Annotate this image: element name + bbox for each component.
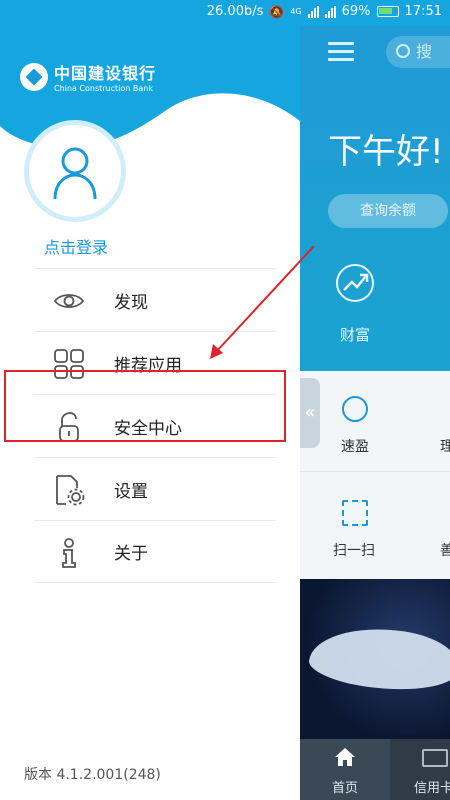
- search-bar[interactable]: 搜: [386, 36, 450, 68]
- drawer-handle-icon[interactable]: «: [300, 378, 320, 448]
- currency-icon[interactable]: [342, 396, 368, 422]
- clock: 17:51: [404, 4, 442, 19]
- home-header: 搜 下午好! 查询余额 财富: [300, 26, 450, 371]
- menu-item-settings[interactable]: 设置: [34, 457, 276, 520]
- nav-credit-label[interactable]: 信用卡: [414, 777, 450, 796]
- quick-action-label[interactable]: 理: [440, 436, 450, 456]
- ccb-logo-icon: [20, 62, 48, 91]
- menu-label: 关于: [114, 544, 148, 564]
- user-icon: [53, 147, 97, 200]
- quick-action-label[interactable]: 扫一扫: [333, 540, 375, 560]
- scan-icon[interactable]: [342, 500, 368, 526]
- login-link[interactable]: 点击登录: [44, 234, 108, 258]
- search-icon: [396, 44, 410, 58]
- eye-icon: [53, 294, 85, 308]
- whale-illustration: [306, 618, 450, 700]
- status-bar: 26.00b/s 🔕 4G 69% 17:51: [0, 0, 450, 26]
- nav-home[interactable]: 首页: [300, 739, 390, 800]
- quick-actions: [300, 371, 450, 579]
- bank-logo: 中国建设银行 China Construction Bank: [20, 60, 156, 93]
- network-type: 4G: [290, 7, 302, 16]
- greeting: 下午好!: [328, 132, 444, 172]
- app-version: 版本 4.1.2.001(248): [24, 767, 161, 783]
- banner-image[interactable]: [300, 579, 450, 739]
- settings-doc-icon: [56, 475, 85, 506]
- balance-button[interactable]: 查询余额: [328, 194, 448, 228]
- nav-home-label: 首页: [332, 781, 359, 796]
- quick-action-label[interactable]: 速盈: [341, 436, 369, 456]
- mute-icon: 🔕: [269, 4, 285, 19]
- info-icon: [62, 538, 76, 568]
- menu-item-about[interactable]: 关于: [34, 520, 276, 583]
- avatar[interactable]: [24, 120, 126, 222]
- menu-item-discover[interactable]: 发现: [34, 268, 276, 331]
- home-screen: 搜 下午好! 查询余额 财富 « 速盈 理 扫一扫 善 首页 信用卡: [300, 26, 450, 800]
- search-placeholder: 搜: [416, 42, 433, 61]
- network-speed: 26.00b/s: [206, 4, 264, 19]
- wealth-label: 财富: [340, 326, 371, 344]
- menu-label: 设置: [114, 481, 148, 502]
- bank-name-cn: 中国建设银行: [54, 64, 157, 83]
- signal-icon: [324, 5, 336, 18]
- bank-name-en: China Construction Bank: [54, 84, 153, 93]
- wealth-icon[interactable]: [336, 264, 374, 302]
- battery-percent: 69%: [341, 4, 371, 19]
- divider: [300, 471, 450, 472]
- bottom-nav: 首页 信用卡: [300, 739, 450, 800]
- highlight-box: [4, 370, 286, 442]
- home-icon: [335, 748, 355, 766]
- menu-label: 发现: [114, 292, 148, 313]
- signal-icon: [307, 5, 319, 18]
- battery-icon: [376, 6, 399, 17]
- quick-action-label[interactable]: 善: [440, 540, 450, 560]
- credit-card-icon[interactable]: [422, 749, 448, 767]
- menu-icon[interactable]: [328, 42, 354, 61]
